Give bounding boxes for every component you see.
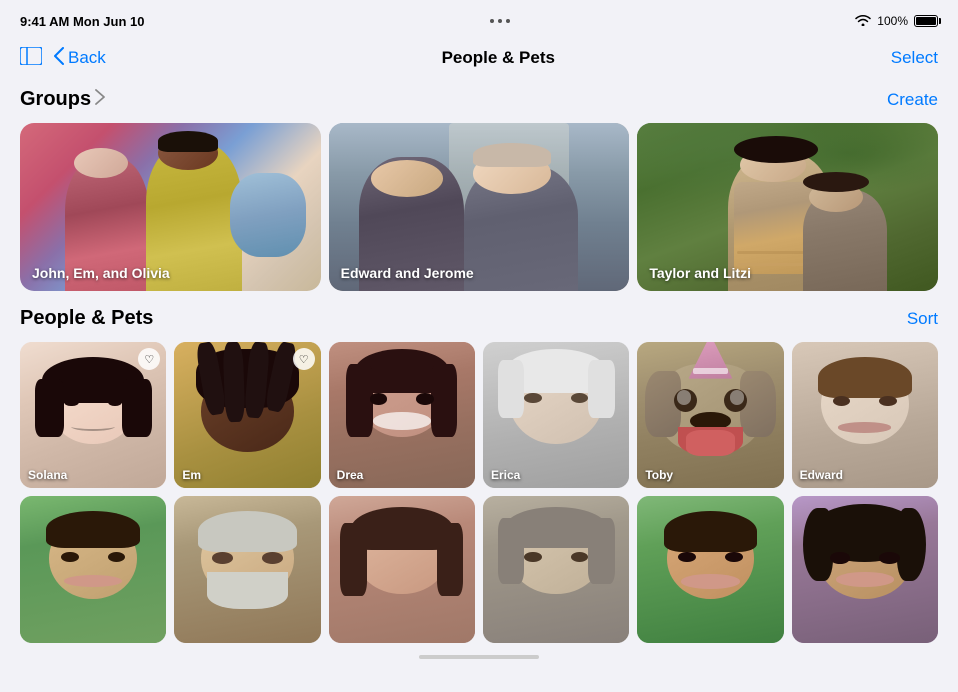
create-button[interactable]: Create — [887, 90, 938, 110]
r2b-photo — [174, 496, 320, 642]
group-2-label: Edward and Jerome — [341, 265, 474, 281]
sort-button[interactable]: Sort — [907, 309, 938, 329]
back-button[interactable]: Back — [54, 47, 106, 70]
battery-label: 100% — [877, 14, 908, 28]
back-label: Back — [68, 48, 106, 68]
person-card-solana[interactable]: ♡ Solana — [20, 342, 166, 488]
status-time: 9:41 AM Mon Jun 10 — [20, 14, 144, 29]
scroll-indicator — [20, 655, 938, 659]
status-bar: 9:41 AM Mon Jun 10 100% — [0, 0, 958, 36]
solana-name: Solana — [28, 468, 67, 482]
person-card-r2d[interactable] — [483, 496, 629, 642]
person-card-r2b[interactable] — [174, 496, 320, 642]
device-frame: 9:41 AM Mon Jun 10 100% — [0, 0, 958, 692]
group-card-1[interactable]: John, Em, and Olivia — [20, 123, 321, 291]
status-right: 100% — [855, 14, 938, 29]
erica-photo — [483, 342, 629, 488]
person-card-r2e[interactable] — [637, 496, 783, 642]
person-card-toby[interactable]: Toby — [637, 342, 783, 488]
status-dot-2 — [498, 19, 502, 23]
battery-fill — [916, 17, 936, 25]
erica-name: Erica — [491, 468, 520, 482]
person-card-em[interactable]: ♡ Em — [174, 342, 320, 488]
r2f-photo — [792, 496, 938, 642]
main-content: Groups Create — [0, 80, 958, 659]
people-grid-row1: ♡ Solana ♡ Em — [20, 342, 938, 488]
wifi-icon — [855, 14, 871, 29]
groups-section-header: Groups Create — [20, 88, 938, 111]
people-section-header: People & Pets Sort — [20, 307, 938, 330]
em-name: Em — [182, 468, 201, 482]
group-1-label: John, Em, and Olivia — [32, 265, 170, 281]
scroll-pill — [419, 655, 539, 659]
people-grid-row2 — [20, 496, 938, 642]
person-card-r2f[interactable] — [792, 496, 938, 642]
groups-section-title[interactable]: Groups — [20, 88, 105, 111]
r2d-photo — [483, 496, 629, 642]
group-3-label: Taylor and Litzi — [649, 265, 751, 281]
r2e-photo — [637, 496, 783, 642]
nav-left: Back — [20, 45, 106, 71]
nav-bar: Back People & Pets Select — [0, 36, 958, 80]
group-card-3[interactable]: Taylor and Litzi — [637, 123, 938, 291]
status-dot-1 — [490, 19, 494, 23]
person-card-erica[interactable]: Erica — [483, 342, 629, 488]
person-card-drea[interactable]: Drea — [329, 342, 475, 488]
drea-photo — [329, 342, 475, 488]
toby-name: Toby — [645, 468, 673, 482]
group-card-2[interactable]: Edward and Jerome — [329, 123, 630, 291]
toby-photo — [637, 342, 783, 488]
select-button[interactable]: Select — [891, 48, 938, 68]
groups-grid: John, Em, and Olivia — [20, 123, 938, 291]
battery-icon — [914, 15, 938, 27]
person-card-r2c[interactable] — [329, 496, 475, 642]
status-center — [490, 19, 510, 23]
em-favorite: ♡ — [293, 348, 315, 370]
groups-title-text: Groups — [20, 88, 91, 111]
r2a-photo — [20, 496, 166, 642]
sidebar-toggle-button[interactable] — [20, 45, 42, 71]
person-card-r2a[interactable] — [20, 496, 166, 642]
status-dot-3 — [506, 19, 510, 23]
person-card-edward[interactable]: Edward — [792, 342, 938, 488]
back-chevron-icon — [54, 47, 64, 70]
edward-photo — [792, 342, 938, 488]
edward-name: Edward — [800, 468, 843, 482]
drea-name: Drea — [337, 468, 364, 482]
groups-chevron-icon — [95, 89, 105, 110]
people-title: People & Pets — [20, 307, 153, 330]
r2c-photo — [329, 496, 475, 642]
page-title: People & Pets — [106, 48, 891, 68]
